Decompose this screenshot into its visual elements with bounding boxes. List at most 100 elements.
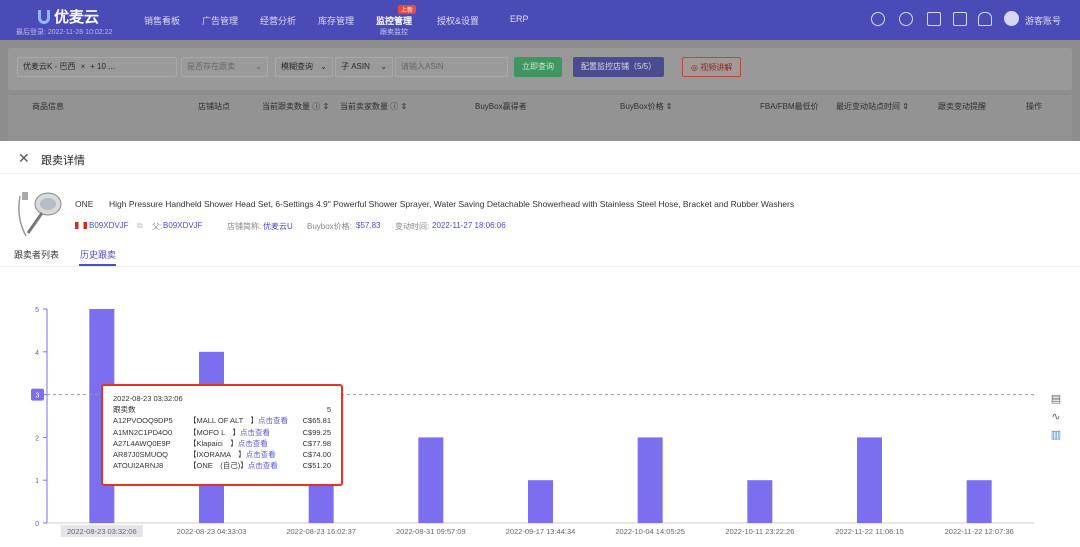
parent-asin[interactable]: B09XDVJF (163, 221, 203, 230)
nav-inventory[interactable]: 库存管理 (318, 14, 354, 27)
divider (0, 266, 1080, 267)
tooltip-count: 5 (326, 405, 331, 415)
tooltip-seller-id: AR87J0SMUOQ (113, 449, 169, 459)
buybox-price: $57.83 (356, 221, 381, 230)
clear-icon[interactable]: × (80, 62, 85, 71)
nav-auth-settings[interactable]: 授权&设置 (437, 14, 479, 27)
line-chart-icon[interactable]: ∿ (1050, 411, 1062, 423)
th-lowest-price: FBA/FBM最低价 (760, 102, 819, 111)
th-buybox-winner: BuyBox赢得者 (475, 102, 527, 111)
tooltip-view-link[interactable]: 点击查看 (246, 449, 276, 460)
cart-icon[interactable] (953, 12, 967, 26)
user-name[interactable]: 游客账号 (1025, 14, 1061, 27)
chart-bar (418, 437, 444, 523)
nav-ad-management[interactable]: 广告管理 (202, 14, 238, 27)
nav-business-analysis[interactable]: 经营分析 (260, 14, 296, 27)
tooltip-seller-name: 【Klapaici 】 (189, 438, 238, 448)
y-tick-label: 0 (35, 521, 39, 528)
th-actions: 操作 (1026, 102, 1042, 111)
copy-icon[interactable]: ⧉ (137, 221, 143, 231)
th-shop-site: 店铺站点 (198, 102, 230, 111)
th-buybox-price[interactable]: BuyBox价格 ⇕ (620, 101, 673, 112)
x-tick-label: 2022-08-23 04:33:03 (177, 527, 247, 536)
th-product-info: 商品信息 (32, 102, 64, 111)
chart-bar (747, 480, 773, 523)
tooltip-seller-price: C$51.20 (302, 461, 331, 471)
y-tick-label: 1 (35, 478, 39, 485)
x-tick-label: 2022-08-23 16:02:37 (286, 527, 356, 536)
product-brand: ONE (75, 199, 94, 209)
x-tick-label: 2022-11-22 11:06:15 (835, 527, 904, 536)
canada-flag-icon (75, 222, 87, 229)
tooltip-seller-name: 【MOFO L 】 (189, 427, 240, 437)
nav-monitoring[interactable]: 监控管理 (376, 14, 412, 27)
tooltip-view-link[interactable]: 点击查看 (258, 415, 288, 426)
x-tick-label: 2022-08-23 03:32:06 (67, 527, 137, 536)
data-view-icon[interactable]: ▤ (1050, 393, 1062, 405)
shop-label: 店铺简称: (227, 222, 262, 231)
close-icon[interactable]: ✕ (18, 151, 30, 165)
tooltip-view-link[interactable]: 点击查看 (238, 438, 268, 449)
help-icon[interactable] (899, 12, 913, 26)
tab-history[interactable]: 历史跟卖 (80, 248, 116, 261)
tooltip-seller-name: 【MALL OF ALT 】 (189, 416, 259, 426)
divider (0, 173, 1080, 174)
x-tick-label: 2022-08-31 09:57:09 (396, 527, 466, 536)
tooltip-seller-row: AR87J0SMUOQ 【IXORAMA 】点击查看 C$74.00 (113, 449, 331, 460)
chart-bar (857, 437, 882, 523)
stock-select[interactable]: 是否存在跟卖 ⌄ (181, 57, 268, 77)
shop-more: + 10 ... (90, 62, 115, 71)
product-title[interactable]: High Pressure Handheld Shower Head Set, … (109, 199, 794, 209)
bar-chart-icon[interactable]: ▥ (1050, 429, 1062, 441)
avatar-icon[interactable] (1004, 11, 1019, 26)
th-last-change-time[interactable]: 最近变动站点时间 ⇕ (836, 101, 909, 112)
tooltip-seller-name: 【IXORAMA 】 (189, 449, 246, 459)
app-logo[interactable]: 优麦云 (38, 6, 99, 27)
tab-seller-list[interactable]: 跟卖者列表 (14, 248, 59, 261)
login-info: 最后登录: 2022-11-28 10:02:22 (16, 29, 113, 36)
headset-icon[interactable] (871, 12, 885, 26)
product-asin[interactable]: B09XDVJF (89, 221, 129, 230)
x-tick-label: 2022-10-11 23:22:26 (725, 527, 794, 536)
query-button[interactable]: 立即查询 (514, 57, 562, 77)
chevron-down-icon: ⌄ (380, 62, 387, 71)
tooltip-seller-row: A1MN2C1PD4O0 【MOFO L 】点击查看 C$99.25 (113, 427, 331, 438)
tooltip-seller-row: ATOUI2ARNJ8 【ONE (自己)】 点击查看 C$51.20 (113, 460, 331, 471)
video-tutorial-button[interactable]: ◎ 视频讲解 (682, 57, 742, 77)
tooltip-seller-price: C$65.81 (302, 416, 331, 426)
message-icon[interactable] (927, 12, 941, 26)
tooltip-count-row: 跟卖数 5 (113, 404, 331, 415)
shop-select-value: 优麦云K - 巴西 (23, 62, 76, 71)
tooltip-seller-row: A12PVOOQ9DP5 【MALL OF ALT 】点击查看 C$65.81 (113, 415, 331, 426)
tooltip-seller-price: C$99.25 (302, 427, 331, 437)
th-seller-count[interactable]: 当前卖家数量 ⓘ ⇕ (340, 101, 407, 112)
fuzzy-select[interactable]: 模糊查询 ⌄ (275, 57, 333, 77)
th-change-alert: 跟卖变动提醒 (938, 102, 986, 111)
tooltip-seller-id: A27L4AWQ0E9P (113, 438, 171, 448)
tooltip-seller-row: A27L4AWQ0E9P 【Klapaici 】点击查看 C$77.98 (113, 438, 331, 449)
bell-icon[interactable] (978, 12, 992, 26)
shop-name: 优麦云U (263, 222, 293, 231)
asin-input[interactable]: 请输入ASIN (395, 57, 508, 77)
chart-bar (966, 480, 992, 523)
asin-type-value: 子 ASIN (341, 62, 370, 71)
logo-icon (38, 10, 50, 24)
th-offer-count[interactable]: 当前跟卖数量 ⓘ ⇕ (262, 101, 329, 112)
nav-sales-dashboard[interactable]: 销售看板 (144, 14, 180, 27)
tooltip-view-link[interactable]: 点击查看 (240, 427, 270, 438)
asin-type-select[interactable]: 子 ASIN ⌄ (335, 57, 393, 77)
config-monitor-button[interactable]: 配置监控店铺（5/5） (573, 57, 665, 77)
x-tick-label: 2022-11-22 12:07:36 (945, 527, 1014, 536)
nav-monitoring-subtitle: 跟卖监控 (380, 29, 408, 36)
tooltip-seller-price: C$74.00 (302, 449, 331, 459)
buybox-label: Buybox价格: (307, 222, 352, 231)
tooltip-view-link[interactable]: 点击查看 (248, 460, 278, 471)
y-tick-label: 4 (35, 350, 39, 357)
nav-erp[interactable]: ERP (510, 14, 529, 24)
x-tick-label: 2022-09-17 13:44:34 (506, 527, 576, 536)
tooltip-seller-id: ATOUI2ARNJ8 (113, 461, 164, 471)
chart-bar (308, 480, 334, 523)
shop-select[interactable]: 优麦云K - 巴西 × + 10 ... (17, 57, 177, 77)
y-tick-label: 5 (35, 307, 39, 314)
product-image[interactable] (14, 188, 64, 238)
